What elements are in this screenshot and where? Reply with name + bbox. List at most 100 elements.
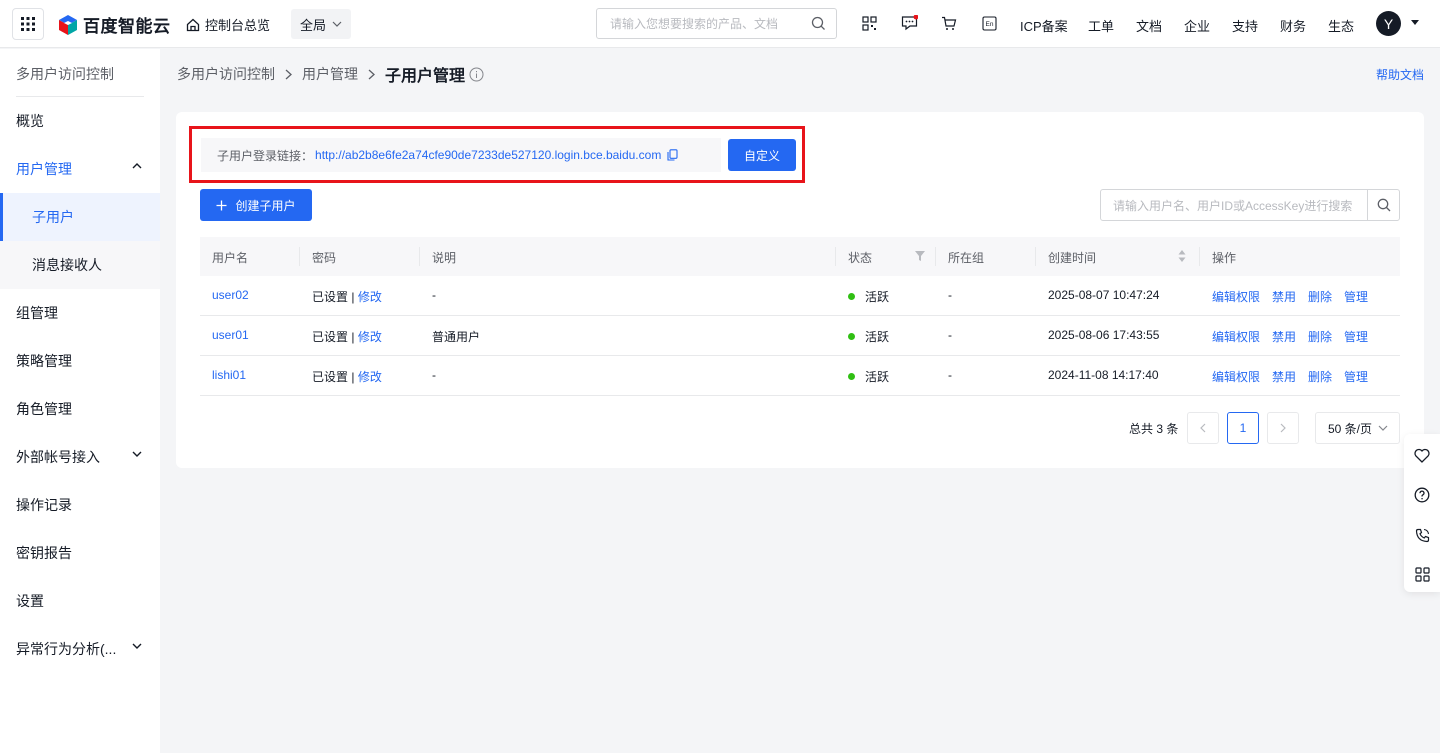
breadcrumb-item-user-management[interactable]: 用户管理	[302, 64, 358, 84]
help-doc-link[interactable]: 帮助文档	[1376, 66, 1424, 83]
disable-link[interactable]: 禁用	[1272, 370, 1296, 384]
status-text: 活跃	[865, 290, 890, 304]
nav-ticket[interactable]: 工单	[1088, 16, 1114, 35]
language-en-icon[interactable]: En	[980, 14, 998, 32]
sidebar-item-user-management[interactable]: 用户管理	[0, 145, 160, 193]
delete-link[interactable]: 删除	[1308, 370, 1332, 384]
sidebar-item-settings[interactable]: 设置	[0, 577, 160, 625]
nav-finance[interactable]: 财务	[1280, 16, 1306, 35]
sidebar-item-message-receivers[interactable]: 消息接收人	[0, 241, 160, 289]
global-search-placeholder: 请输入您想要搜索的产品、文档	[610, 17, 779, 31]
breadcrumb-item-root[interactable]: 多用户访问控制	[177, 64, 275, 84]
modify-password-link[interactable]: 修改	[358, 370, 382, 384]
disable-link[interactable]: 禁用	[1272, 330, 1296, 344]
sidebar-item-policies[interactable]: 策略管理	[0, 337, 160, 385]
favorite-icon[interactable]	[1413, 446, 1431, 464]
status-text: 活跃	[865, 370, 890, 384]
manage-link[interactable]: 管理	[1344, 290, 1368, 304]
apps-icon[interactable]	[1413, 565, 1431, 583]
user-avatar[interactable]: Y	[1376, 11, 1401, 36]
created-time-cell: 2025-08-07 10:47:24	[1048, 288, 1160, 302]
chevron-right-icon	[285, 69, 292, 79]
description-cell: 普通用户	[432, 330, 481, 344]
sidebar: 多用户访问控制 概览 用户管理 子用户 消息接收人 组管理 策略管理 角色管理 …	[0, 49, 160, 753]
sidebar-item-sub-users[interactable]: 子用户	[0, 193, 160, 241]
edit-permissions-link[interactable]: 编辑权限	[1212, 290, 1260, 304]
prev-page-button[interactable]	[1187, 412, 1219, 444]
column-group: 所在组	[948, 251, 985, 265]
sidebar-item-external-accounts[interactable]: 外部帐号接入	[0, 433, 160, 481]
column-operations: 操作	[1212, 251, 1237, 265]
apps-grid-icon[interactable]	[12, 8, 44, 40]
create-sub-user-button[interactable]: 创建子用户	[200, 189, 312, 221]
global-search-input[interactable]: 请输入您想要搜索的产品、文档	[596, 8, 837, 39]
column-divider	[419, 247, 420, 266]
operations-cell: 编辑权限 禁用 删除 管理	[1212, 288, 1380, 305]
help-circle-icon[interactable]	[1413, 486, 1431, 504]
edit-permissions-link[interactable]: 编辑权限	[1212, 330, 1260, 344]
nav-docs[interactable]: 文档	[1136, 16, 1162, 35]
sidebar-item-key-report[interactable]: 密钥报告	[0, 529, 160, 577]
sidebar-item-overview[interactable]: 概览	[0, 97, 160, 145]
sidebar-item-label: 用户管理	[16, 161, 72, 177]
username-link[interactable]: user01	[212, 328, 249, 342]
user-search-button[interactable]	[1367, 190, 1399, 220]
password-cell: 已设置 | 修改	[312, 368, 382, 385]
disable-link[interactable]: 禁用	[1272, 290, 1296, 304]
sidebar-item-label: 设置	[16, 593, 44, 609]
modify-password-link[interactable]: 修改	[358, 290, 382, 304]
delete-link[interactable]: 删除	[1308, 290, 1332, 304]
console-home-link[interactable]: 控制台总览	[186, 15, 270, 34]
sort-icon[interactable]	[1178, 249, 1186, 263]
status-cell: 活跃	[848, 288, 889, 305]
manage-link[interactable]: 管理	[1344, 370, 1368, 384]
password-status: 已设置	[312, 370, 349, 384]
sidebar-item-anomaly-analysis[interactable]: 异常行为分析(...	[0, 625, 160, 673]
user-search-input[interactable]: 请输入用户名、用户ID或AccessKey进行搜索	[1100, 189, 1400, 221]
next-page-button[interactable]	[1267, 412, 1299, 444]
region-label: 全局	[300, 17, 327, 33]
manage-link[interactable]: 管理	[1344, 330, 1368, 344]
phone-icon[interactable]	[1413, 526, 1431, 544]
page-size-select[interactable]: 50 条/页	[1315, 412, 1400, 444]
sidebar-item-operation-logs[interactable]: 操作记录	[0, 481, 160, 529]
home-icon	[186, 18, 200, 31]
region-select[interactable]: 全局	[291, 9, 351, 39]
sidebar-item-label: 子用户	[32, 209, 74, 225]
username-link[interactable]: lishi01	[212, 368, 246, 382]
separator: |	[348, 330, 358, 344]
sidebar-item-groups[interactable]: 组管理	[0, 289, 160, 337]
info-icon[interactable]	[469, 67, 484, 82]
username-link[interactable]: user02	[212, 288, 249, 302]
nav-ecosystem[interactable]: 生态	[1328, 16, 1354, 35]
sidebar-item-label: 策略管理	[16, 353, 72, 369]
password-cell: 已设置 | 修改	[312, 288, 382, 305]
qrcode-icon[interactable]	[860, 14, 878, 32]
message-icon[interactable]	[900, 14, 918, 32]
brand-logo[interactable]: 百度智能云	[57, 12, 171, 37]
chevron-down-icon	[132, 643, 142, 649]
column-divider	[935, 247, 936, 266]
nav-icp[interactable]: ICP备案	[1020, 16, 1068, 35]
user-search-placeholder: 请输入用户名、用户ID或AccessKey进行搜索	[1113, 198, 1353, 213]
status-dot	[848, 373, 855, 380]
sidebar-item-roles[interactable]: 角色管理	[0, 385, 160, 433]
nav-support[interactable]: 支持	[1232, 16, 1258, 35]
delete-link[interactable]: 删除	[1308, 330, 1332, 344]
chevron-right-icon	[1280, 423, 1286, 433]
filter-icon[interactable]	[915, 251, 925, 261]
cart-icon[interactable]	[940, 14, 958, 32]
caret-down-icon[interactable]	[1411, 20, 1419, 25]
separator: |	[348, 370, 358, 384]
create-sub-user-label: 创建子用户	[235, 198, 296, 213]
operations-cell: 编辑权限 禁用 删除 管理	[1212, 328, 1380, 345]
modify-password-link[interactable]: 修改	[358, 330, 382, 344]
sidebar-title: 多用户访问控制	[16, 66, 114, 82]
page-number-button[interactable]: 1	[1227, 412, 1259, 444]
sidebar-item-label: 概览	[16, 113, 44, 129]
sidebar-item-label: 密钥报告	[16, 545, 72, 561]
nav-enterprise[interactable]: 企业	[1184, 16, 1210, 35]
search-icon[interactable]	[811, 16, 826, 31]
edit-permissions-link[interactable]: 编辑权限	[1212, 370, 1260, 384]
column-status: 状态	[848, 251, 873, 265]
